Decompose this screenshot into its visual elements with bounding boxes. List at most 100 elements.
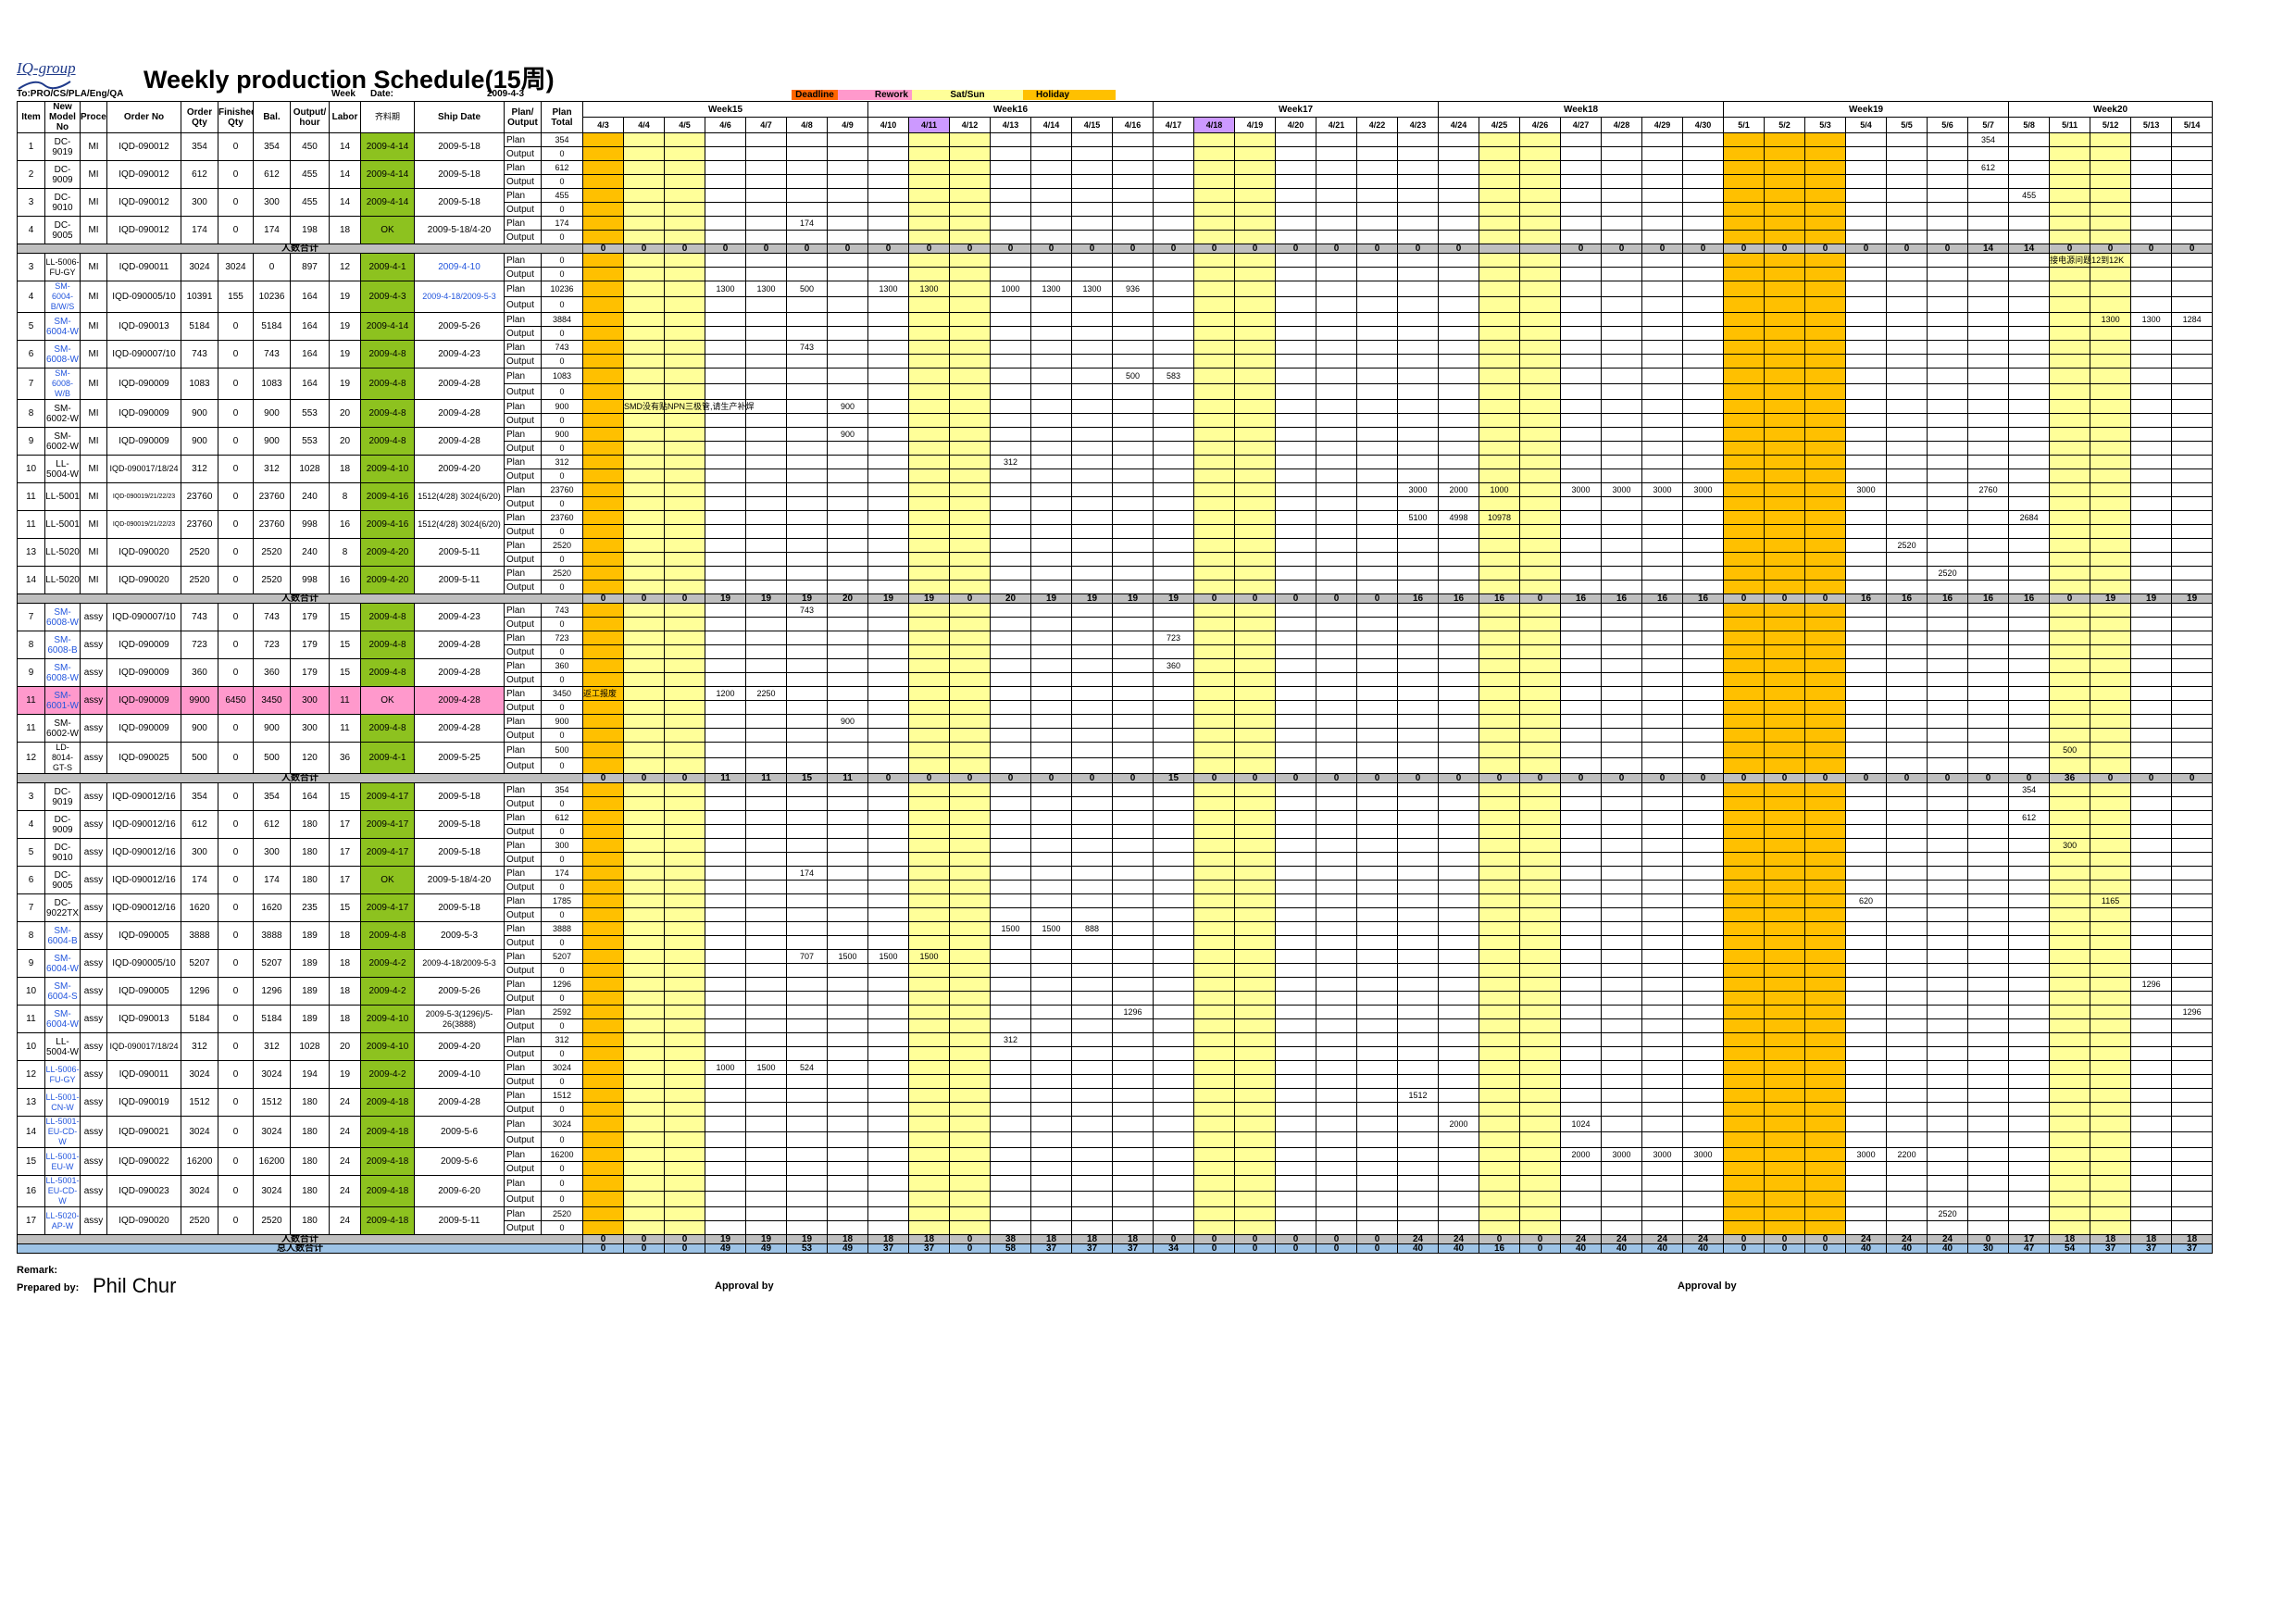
plan-cell: [826, 658, 869, 673]
output-cell: [908, 580, 951, 594]
plan-cell: [949, 921, 992, 936]
plan-cell: [1112, 1088, 1154, 1103]
plan-cell: [908, 631, 951, 645]
cell-mat: 2009-4-1: [360, 253, 415, 281]
output-cell: [1356, 880, 1399, 894]
cell-fin: 0: [218, 566, 254, 594]
plan-cell: [2090, 132, 2132, 147]
plan-cell: [1112, 742, 1154, 758]
plan-cell: [705, 658, 746, 673]
plan-cell: [1275, 482, 1317, 497]
plan-cell: [1356, 132, 1399, 147]
plan-cell: [2171, 782, 2214, 797]
output-cell: [1723, 267, 1766, 281]
output-cell: [1967, 1102, 2010, 1117]
plan-cell: [1275, 427, 1317, 442]
output-cell: [1234, 880, 1277, 894]
output-cell: [2049, 907, 2091, 922]
output-cell: [664, 991, 705, 1006]
output-cell: [2171, 468, 2214, 483]
plan-cell: [1438, 810, 1480, 825]
labor-sum-cell: 0: [1723, 773, 1766, 783]
plan-cell: 3000: [1845, 1147, 1888, 1162]
plan-cell: [826, 340, 869, 355]
output-cell: [867, 552, 910, 567]
plan-cell: [1275, 1088, 1317, 1103]
schedule-row-plan: 10 SM-6004-S assy IQD-090005 1296 0 1296 189 18 2…: [17, 977, 2214, 1006]
plan-cell: [1804, 1060, 1847, 1075]
output-cell: [908, 496, 951, 511]
plan-cell: [1234, 782, 1277, 797]
cell-model: DC-9005: [44, 216, 81, 244]
output-cell: [1601, 496, 1643, 511]
output-cell: [2008, 852, 2051, 867]
output-cell: [2171, 230, 2214, 244]
plan-cell: [1886, 977, 1928, 992]
output-cell: [1764, 354, 1806, 369]
cell-mat: 2009-4-17: [360, 810, 415, 839]
output-cell: [1886, 796, 1928, 811]
output-cell: [664, 354, 705, 369]
plan-cell: [2130, 368, 2173, 384]
plan-cell: [1193, 455, 1236, 469]
plan-cell: [1316, 427, 1358, 442]
plan-cell: [1804, 427, 1847, 442]
output-cell: [786, 1074, 828, 1089]
plan-cell: [2008, 977, 2051, 992]
cell-proc: assy: [80, 949, 107, 978]
output-cell: [1519, 1131, 1562, 1148]
cell-model: LL-5001-EU-CD-W: [44, 1116, 81, 1148]
plan-cell: [1153, 810, 1195, 825]
plan-cell: [1316, 866, 1358, 881]
output-cell: [1560, 468, 1603, 483]
grand-total-cell: 47: [2008, 1243, 2051, 1254]
output-cell: [745, 1220, 787, 1235]
output-cell: [1275, 1191, 1317, 1207]
output-cell: [2090, 326, 2132, 341]
output-cell: [1234, 672, 1277, 687]
output-cell: [2130, 700, 2173, 715]
output-cell: [1438, 824, 1480, 839]
plan-cell: [623, 312, 665, 327]
plan-cell: [1886, 455, 1928, 469]
output-cell: [908, 230, 951, 244]
cell-qty: 360: [181, 658, 218, 687]
plan-cell: [1438, 1060, 1480, 1075]
output-cell: [908, 644, 951, 659]
plan-cell: [664, 1147, 705, 1162]
schedule-row-plan: 3 DC-9019 assy IQD-090012/16 354 0 354 164 15 200…: [17, 782, 2214, 811]
plan-cell: [623, 1206, 665, 1221]
plan-cell: [1234, 949, 1277, 964]
plan-cell: [1519, 455, 1562, 469]
labor-sum-cell: 16: [1967, 593, 2010, 604]
plan-cell: [1519, 810, 1562, 825]
plan-cell: 3000: [1682, 1147, 1725, 1162]
cell-oph: 180: [290, 1175, 330, 1207]
plan-cell: [1397, 714, 1440, 729]
output-cell: [1438, 700, 1480, 715]
labor-sum-cell: 19: [786, 593, 828, 604]
output-cell: [1397, 1018, 1440, 1033]
output-cell: [1519, 524, 1562, 539]
output-cell: [1153, 441, 1195, 456]
output-cell: [990, 524, 1032, 539]
output-cell: [908, 174, 951, 189]
output-cell: [1519, 441, 1562, 456]
output-cell: [990, 267, 1032, 281]
plan-cell: [1275, 810, 1317, 825]
output-cell: [1927, 1191, 1969, 1207]
output-label: Output: [504, 496, 542, 511]
date-header: 4/20: [1275, 117, 1317, 133]
output-cell: [1804, 383, 1847, 400]
output-cell: [745, 496, 787, 511]
plan-cell: [1234, 658, 1277, 673]
plan-cell: [1927, 482, 1969, 497]
plan-cell: [2130, 1206, 2173, 1221]
plan-cell: [1967, 1147, 2010, 1162]
cell-fin: 0: [218, 782, 254, 811]
output-cell: [786, 963, 828, 978]
output-cell: [1886, 1191, 1928, 1207]
output-cell: [623, 700, 665, 715]
output-cell: [1397, 1046, 1440, 1061]
plan-cell: [1234, 1206, 1277, 1221]
